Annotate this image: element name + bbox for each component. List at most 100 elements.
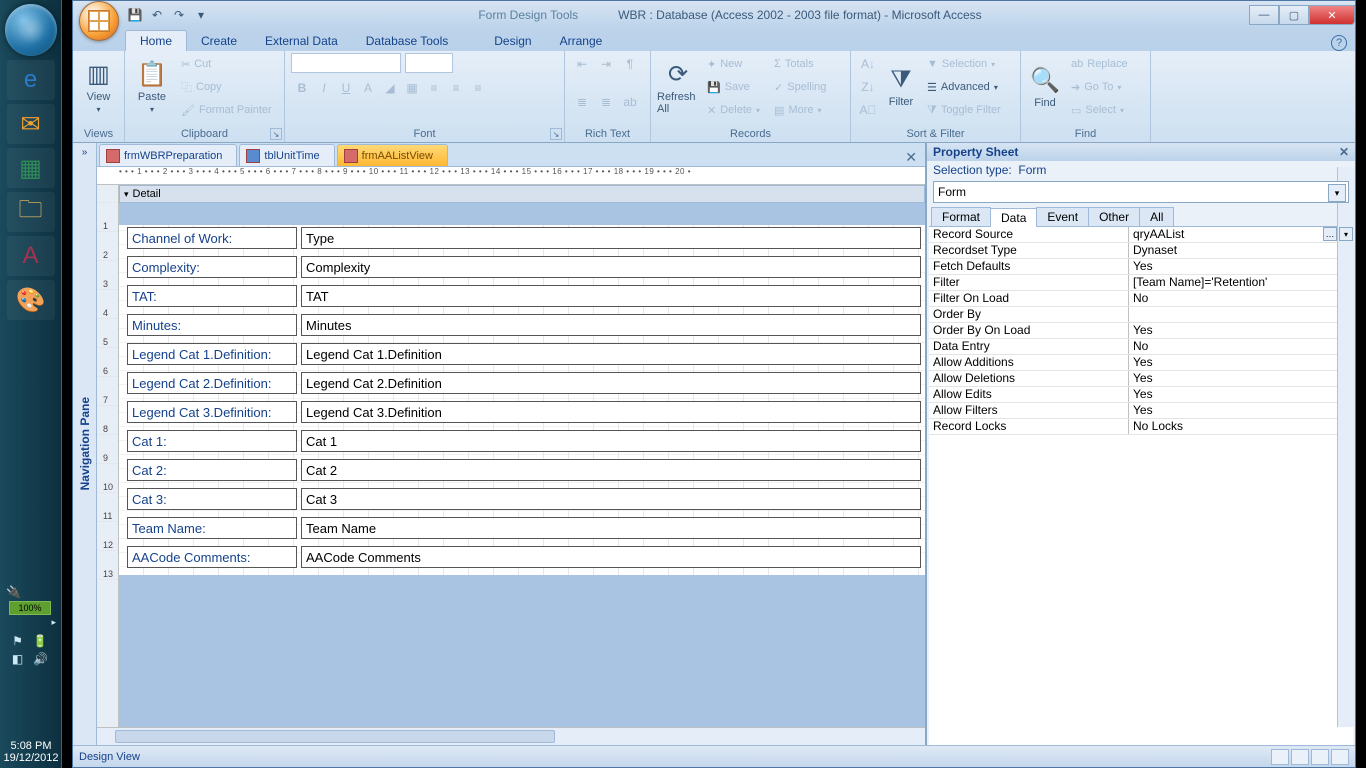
property-value[interactable]: Dynaset: [1129, 243, 1353, 258]
form-field-row[interactable]: AACode Comments:AACode Comments: [127, 546, 921, 568]
refresh-all-button[interactable]: ⟳Refresh All: [657, 53, 699, 121]
field-control[interactable]: Cat 2: [301, 459, 921, 481]
font-color-button[interactable]: A: [357, 77, 379, 99]
align-left-button[interactable]: ≡: [423, 77, 445, 99]
goto-button[interactable]: ➔Go To▾: [1065, 76, 1134, 98]
property-row[interactable]: Recordset TypeDynaset: [929, 243, 1353, 259]
dropdown-icon[interactable]: ▾: [1339, 227, 1353, 241]
numbering-button[interactable]: ≣: [595, 91, 617, 113]
property-value[interactable]: No: [1129, 339, 1353, 354]
field-control[interactable]: TAT: [301, 285, 921, 307]
qat-redo-icon[interactable]: ↷: [169, 5, 189, 25]
decrease-indent-button[interactable]: ⇤: [571, 53, 593, 75]
dialog-launcher[interactable]: ↘: [550, 128, 562, 140]
underline-button[interactable]: U: [335, 77, 357, 99]
property-value[interactable]: Yes: [1129, 259, 1353, 274]
expand-icon[interactable]: ▸: [4, 617, 56, 628]
maximize-button[interactable]: ▢: [1279, 5, 1309, 25]
gridlines-button[interactable]: ▦: [401, 77, 423, 99]
view-shortcut-layout[interactable]: [1311, 749, 1329, 765]
taskbar-outlook-icon[interactable]: ✉: [7, 104, 55, 144]
field-control[interactable]: Type: [301, 227, 921, 249]
new-record-button[interactable]: ✦New: [701, 53, 766, 75]
increase-indent-button[interactable]: ⇥: [595, 53, 617, 75]
property-value[interactable]: qryAAList▾…: [1129, 227, 1353, 242]
tab-database-tools[interactable]: Database Tools: [352, 31, 463, 51]
tab-design[interactable]: Design: [480, 31, 545, 51]
help-icon[interactable]: ?: [1331, 35, 1347, 51]
toggle-filter-button[interactable]: ⧩Toggle Filter: [921, 99, 1007, 121]
field-label[interactable]: AACode Comments:: [127, 546, 297, 568]
field-control[interactable]: Cat 3: [301, 488, 921, 510]
field-control[interactable]: Complexity: [301, 256, 921, 278]
align-center-button[interactable]: ≡: [445, 77, 467, 99]
form-field-row[interactable]: Legend Cat 2.Definition:Legend Cat 2.Def…: [127, 372, 921, 394]
tab-external-data[interactable]: External Data: [251, 31, 352, 51]
taskbar-access-icon[interactable]: A: [7, 236, 55, 276]
form-field-row[interactable]: Legend Cat 3.Definition:Legend Cat 3.Def…: [127, 401, 921, 423]
field-label[interactable]: Legend Cat 2.Definition:: [127, 372, 297, 394]
select-button[interactable]: ▭Select▾: [1065, 99, 1134, 121]
copy-button[interactable]: ⿻Copy: [175, 76, 278, 98]
clear-sort-button[interactable]: A⃠: [857, 99, 879, 121]
view-shortcut-form[interactable]: [1271, 749, 1289, 765]
volume-icon[interactable]: 🔊: [33, 652, 48, 666]
align-right-button[interactable]: ≡: [467, 77, 489, 99]
form-field-row[interactable]: TAT:TAT: [127, 285, 921, 307]
property-value[interactable]: Yes: [1129, 403, 1353, 418]
italic-button[interactable]: I: [313, 77, 335, 99]
field-label[interactable]: Legend Cat 1.Definition:: [127, 343, 297, 365]
prop-tab-event[interactable]: Event: [1036, 207, 1089, 226]
field-control[interactable]: Cat 1: [301, 430, 921, 452]
view-button[interactable]: ▥View▾: [79, 53, 118, 121]
doc-tab-frmwbrpreparation[interactable]: frmWBRPreparation: [99, 144, 237, 166]
field-label[interactable]: Channel of Work:: [127, 227, 297, 249]
more-button[interactable]: ▤More▾: [768, 99, 832, 121]
sort-asc-button[interactable]: A↓: [857, 53, 879, 75]
property-row[interactable]: Order By: [929, 307, 1353, 323]
field-control[interactable]: Minutes: [301, 314, 921, 336]
tab-create[interactable]: Create: [187, 31, 251, 51]
prop-tab-all[interactable]: All: [1139, 207, 1174, 226]
taskbar-excel-icon[interactable]: ▦: [7, 148, 55, 188]
property-row[interactable]: Allow FiltersYes: [929, 403, 1353, 419]
field-label[interactable]: Cat 2:: [127, 459, 297, 481]
field-control[interactable]: Legend Cat 1.Definition: [301, 343, 921, 365]
format-painter-button[interactable]: 🖌Format Painter: [175, 99, 278, 121]
property-value[interactable]: No: [1129, 291, 1353, 306]
prop-tab-other[interactable]: Other: [1088, 207, 1140, 226]
sort-desc-button[interactable]: Z↓: [857, 76, 879, 98]
minimize-button[interactable]: —: [1249, 5, 1279, 25]
start-button[interactable]: [5, 4, 57, 56]
field-control[interactable]: Team Name: [301, 517, 921, 539]
form-field-row[interactable]: Channel of Work:Type: [127, 227, 921, 249]
view-shortcut-design[interactable]: [1331, 749, 1349, 765]
find-button[interactable]: 🔍Find: [1027, 53, 1063, 121]
field-label[interactable]: Team Name:: [127, 517, 297, 539]
form-field-row[interactable]: Legend Cat 1.Definition:Legend Cat 1.Def…: [127, 343, 921, 365]
property-row[interactable]: Allow EditsYes: [929, 387, 1353, 403]
font-size-combo[interactable]: [405, 53, 453, 73]
tray-icon[interactable]: 🔋: [33, 634, 48, 648]
advanced-button[interactable]: ☰Advanced▾: [921, 76, 1007, 98]
save-record-button[interactable]: 💾Save: [701, 76, 766, 98]
taskbar-explorer-icon[interactable]: 🗀: [7, 192, 55, 232]
property-row[interactable]: Filter[Team Name]='Retention': [929, 275, 1353, 291]
fill-color-button[interactable]: ◢: [379, 77, 401, 99]
builder-icon[interactable]: …: [1323, 227, 1337, 241]
property-row[interactable]: Fetch DefaultsYes: [929, 259, 1353, 275]
tab-arrange[interactable]: Arrange: [546, 31, 617, 51]
property-row[interactable]: Record SourceqryAAList▾…: [929, 227, 1353, 243]
qat-customize-icon[interactable]: ▾: [191, 5, 211, 25]
property-value[interactable]: [1129, 307, 1353, 322]
form-field-row[interactable]: Complexity:Complexity: [127, 256, 921, 278]
view-shortcut-datasheet[interactable]: [1291, 749, 1309, 765]
property-value[interactable]: Yes: [1129, 323, 1353, 338]
field-label[interactable]: Cat 3:: [127, 488, 297, 510]
form-design-canvas[interactable]: 12345678910111213 Detail Channel of Work…: [97, 185, 925, 727]
doc-tab-frmaalistview[interactable]: frmAAListView: [337, 144, 448, 166]
form-field-row[interactable]: Team Name:Team Name: [127, 517, 921, 539]
close-icon[interactable]: ✕: [1339, 145, 1349, 159]
taskbar-paint-icon[interactable]: 🎨: [7, 280, 55, 320]
replace-button[interactable]: abReplace: [1065, 53, 1134, 75]
